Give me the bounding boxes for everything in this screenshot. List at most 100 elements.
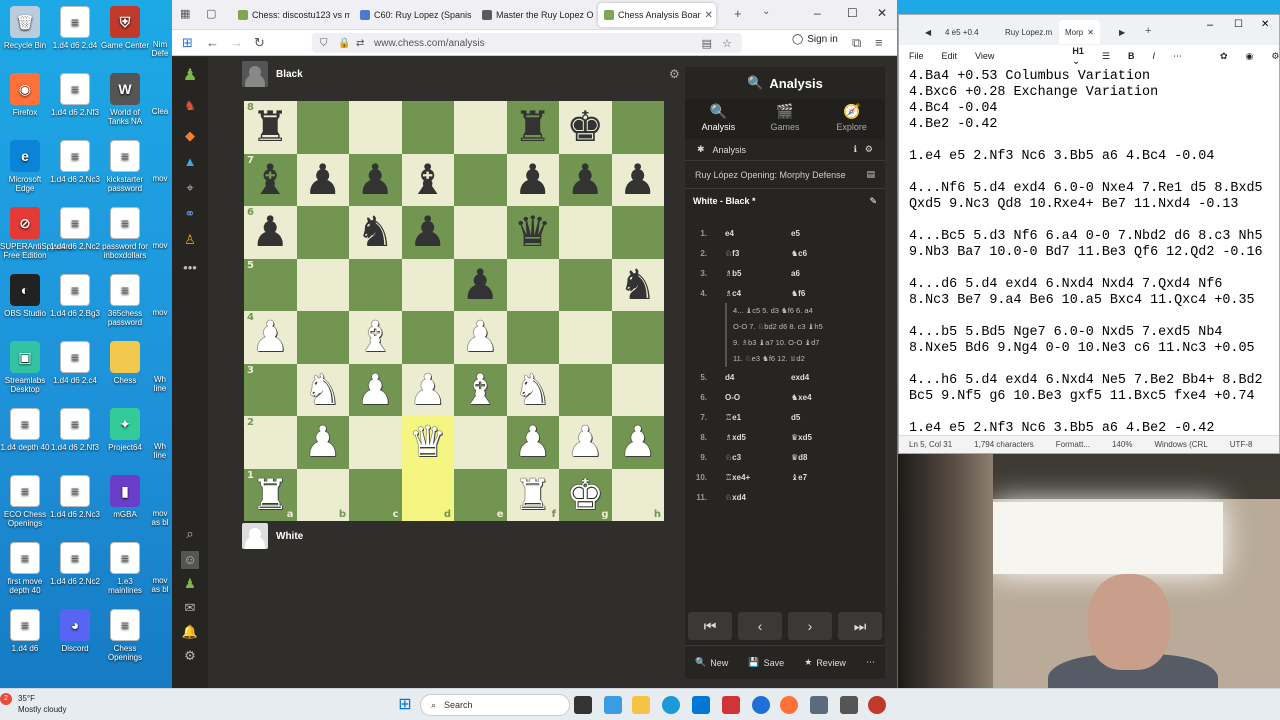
minimize-button[interactable]: – xyxy=(814,6,821,20)
more-icon[interactable]: ••• xyxy=(181,259,199,277)
board-square[interactable]: ♛ xyxy=(506,206,559,259)
board-square[interactable]: ♝ xyxy=(349,311,402,364)
desktop-icon[interactable]: ≡ 1.d4 d6 2.d4 xyxy=(50,6,100,50)
puzzles-icon[interactable]: ◆ xyxy=(181,127,199,145)
white-move[interactable]: ♘c3 xyxy=(713,453,779,462)
store-icon[interactable] xyxy=(692,696,710,714)
black-move[interactable]: e5 xyxy=(779,229,859,238)
maximize-button[interactable]: ☐ xyxy=(847,6,858,20)
board-square[interactable]: d xyxy=(401,468,454,521)
white-pawn-piece[interactable]: ♟ xyxy=(251,316,289,358)
board-square[interactable] xyxy=(454,206,507,259)
white-move[interactable]: ♗xd5 xyxy=(713,433,779,442)
desktop-icon[interactable]: ≡ kickstarter password xyxy=(100,140,150,193)
notepad-taskbar-icon[interactable] xyxy=(810,696,828,714)
menu-view[interactable]: View xyxy=(975,51,994,61)
extensions-icon[interactable]: ⧉ xyxy=(852,35,861,51)
engine-info-icon[interactable]: ℹ xyxy=(854,144,857,155)
black-rook-piece[interactable]: ♜ xyxy=(251,106,289,148)
new-tab-button[interactable]: + xyxy=(1145,25,1151,37)
friends-icon[interactable]: ♟ xyxy=(181,575,199,593)
play-icon[interactable]: ♞ xyxy=(181,97,199,115)
board-square[interactable]: 4 ♟ xyxy=(244,311,297,364)
more-button[interactable]: ⋯ xyxy=(1173,51,1182,62)
maximize-button[interactable]: ☐ xyxy=(1234,19,1243,30)
board-square[interactable] xyxy=(559,258,612,311)
white-move[interactable]: ♗c4 xyxy=(713,289,779,298)
profile-icon[interactable]: ☺ xyxy=(181,551,199,569)
black-king-piece[interactable]: ♚ xyxy=(566,106,604,148)
board-square[interactable]: ♟ xyxy=(506,153,559,206)
white-pawn-piece[interactable]: ♟ xyxy=(461,316,499,358)
desktop-icon-partial[interactable]: Clea xyxy=(148,107,172,116)
notepad-tab[interactable]: 4 e5 +0.4 xyxy=(939,20,985,44)
engine-toggle[interactable]: ✱ xyxy=(697,144,705,155)
board-square[interactable] xyxy=(454,101,507,154)
start-icon[interactable]: ⊞ xyxy=(396,696,414,714)
board-square[interactable]: ♞ xyxy=(611,258,664,311)
black-move[interactable]: ♞xe4 xyxy=(779,393,859,402)
black-pawn-piece[interactable]: ♟ xyxy=(514,158,552,201)
desktop-icon-partial[interactable]: Wh line xyxy=(148,442,172,460)
black-move[interactable]: d5 xyxy=(779,413,859,422)
browser-tab[interactable]: Chess: discostu123 vs m✕ xyxy=(232,3,350,27)
white-pawn-piece[interactable]: ♟ xyxy=(304,421,342,463)
board-square[interactable]: ♞ xyxy=(349,206,402,259)
board-square[interactable]: ♟ xyxy=(296,416,349,469)
desktop-icon[interactable]: ⊘ SUPERAntiSpyware Free Edition xyxy=(0,207,72,260)
board-square[interactable] xyxy=(611,101,664,154)
black-pawn-piece[interactable]: ♟ xyxy=(566,158,604,201)
board-square[interactable]: c xyxy=(349,468,402,521)
desktop-icon-partial[interactable]: mov as bl xyxy=(148,509,172,527)
board-square[interactable]: ♛ xyxy=(401,416,454,469)
white-pawn-piece[interactable]: ♟ xyxy=(356,368,394,411)
new-tab-button[interactable]: + xyxy=(734,6,742,21)
board-square[interactable]: ♟ xyxy=(401,206,454,259)
container-icon[interactable]: ▢ xyxy=(206,7,216,20)
board-square[interactable]: ♝ xyxy=(401,153,454,206)
board-square[interactable] xyxy=(611,363,664,416)
board-square[interactable] xyxy=(559,311,612,364)
obs-icon[interactable] xyxy=(868,696,886,714)
news-icon[interactable]: ⚭ xyxy=(181,205,199,223)
white-king-piece[interactable]: ♚ xyxy=(566,473,604,516)
black-pawn-piece[interactable]: ♟ xyxy=(619,158,657,201)
save-button[interactable]: 💾 Save xyxy=(748,657,784,668)
browser-tab[interactable]: Master the Ruy Lopez O✕ xyxy=(476,3,594,27)
board-square[interactable]: ♟ xyxy=(349,153,402,206)
more-options-icon[interactable]: ⋯ xyxy=(866,657,875,668)
board-square[interactable]: ♟ xyxy=(611,416,664,469)
desktop-icon[interactable]: ◉ Firefox xyxy=(0,73,50,117)
status-item[interactable]: Formatt... xyxy=(1056,440,1090,449)
white-pawn-piece[interactable]: ♟ xyxy=(409,368,447,411)
board-square[interactable] xyxy=(454,153,507,206)
board-square[interactable]: 2 xyxy=(244,416,297,469)
desktop-icon-partial[interactable]: mov as bl xyxy=(148,576,172,594)
board-square[interactable]: ♟ xyxy=(611,153,664,206)
board-square[interactable] xyxy=(401,311,454,364)
desktop-icon-partial[interactable]: mov xyxy=(148,174,172,183)
black-move[interactable]: a6 xyxy=(779,269,859,278)
board-square[interactable]: ♞ xyxy=(506,363,559,416)
board-square[interactable]: ♟ xyxy=(559,416,612,469)
tab-close-icon[interactable]: ✕ xyxy=(1087,28,1094,37)
black-pawn-piece[interactable]: ♟ xyxy=(461,263,499,306)
board-square[interactable]: g ♚ xyxy=(559,468,612,521)
board-square[interactable]: ♜ xyxy=(506,101,559,154)
last-move-button[interactable]: ⏭ xyxy=(838,612,882,640)
white-pawn-piece[interactable]: ♟ xyxy=(619,421,657,463)
desktop-icon[interactable]: ≡ Chess Openings xyxy=(100,609,150,662)
desktop-icon[interactable]: ≡ 365chess password xyxy=(100,274,150,327)
desktop-icon[interactable]: ≡ 1.d4 d6 2.Nc2 xyxy=(50,207,100,251)
menu-edit[interactable]: Edit xyxy=(942,51,958,61)
close-window-button[interactable]: ✕ xyxy=(877,6,887,20)
board-square[interactable]: ♟ xyxy=(349,363,402,416)
board-square[interactable]: e xyxy=(454,468,507,521)
notepad-tab[interactable]: Morp ✕ xyxy=(1059,20,1100,44)
white-move[interactable]: ♘f3 xyxy=(713,249,779,258)
board-square[interactable]: f ♜ xyxy=(506,468,559,521)
variation-line[interactable]: 9. ♗b3 ♝a7 10. O-O ♝d7 xyxy=(733,335,875,351)
variation-line[interactable]: O-O 7. ♘bd2 d6 8. c3 ♝h5 xyxy=(733,319,875,335)
menu-file[interactable]: File xyxy=(909,51,924,61)
board-square[interactable] xyxy=(296,258,349,311)
